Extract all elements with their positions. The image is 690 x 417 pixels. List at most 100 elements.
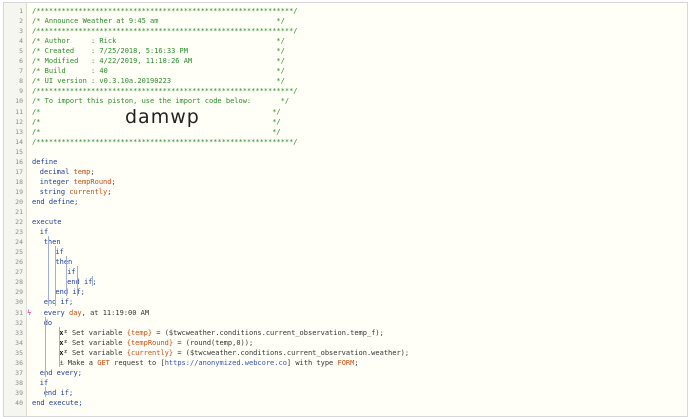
code-text: /* Author : Rick */ xyxy=(32,37,285,46)
code-line: 30 end if; xyxy=(4,297,687,307)
code-text[interactable]: x² Set variable {currently} = ($twcweath… xyxy=(59,348,409,358)
line-number: 22 xyxy=(15,218,23,227)
line-number: 36 xyxy=(15,358,23,367)
code-text[interactable]: end if; xyxy=(44,388,74,398)
code-text[interactable]: if xyxy=(67,267,75,277)
line-number: 7 xyxy=(19,67,23,76)
x-squared-icon: x² xyxy=(59,328,68,337)
code-text[interactable]: if xyxy=(40,227,48,237)
line-number: 29 xyxy=(15,288,23,297)
code-line: 9 /**************************************… xyxy=(4,86,687,96)
code-line: 11/* */ xyxy=(4,107,687,117)
code-line: 26 then xyxy=(4,257,687,267)
code-text[interactable]: end if; xyxy=(55,287,85,297)
code-text[interactable]: ⚓ Make a GET request to [https://anonymi… xyxy=(59,358,358,368)
code-line: 1 /**************************************… xyxy=(4,6,687,16)
code-line: 12/* */ xyxy=(4,117,687,127)
code-text[interactable]: define xyxy=(32,157,57,167)
code-text[interactable]: if xyxy=(55,247,63,257)
code-text: /* Announce Weather at 9:45 am */ xyxy=(32,17,285,26)
line-number: 5 xyxy=(19,47,23,56)
code-line: 25 if xyxy=(4,247,687,257)
line-number: 4 xyxy=(19,37,23,46)
block-guide xyxy=(48,236,49,307)
code-line: 38 if xyxy=(4,378,687,388)
code-line: 33 x² Set variable {temp} = ($twcweather.… xyxy=(4,328,687,338)
line-number: 33 xyxy=(15,328,23,337)
code-text: /* UI version : v0.3.10a.20190223 */ xyxy=(32,77,285,86)
code-text: /***************************************… xyxy=(32,87,298,96)
line-number: 11 xyxy=(15,107,23,116)
block-guide xyxy=(92,276,93,287)
line-number: 20 xyxy=(15,197,23,206)
code-line: 28 end if; xyxy=(4,277,687,287)
code-line: 27 if xyxy=(4,267,687,277)
block-guide xyxy=(66,256,67,297)
line-number: 16 xyxy=(15,157,23,166)
line-number: 21 xyxy=(15,208,23,216)
code-line: 34 x² Set variable {tempRound} = (round(t… xyxy=(4,338,687,348)
code-text: /* Build : 40 */ xyxy=(32,67,285,76)
x-squared-icon: x² xyxy=(59,348,68,357)
line-number: 2 xyxy=(19,17,23,26)
line-number: 26 xyxy=(15,258,23,267)
code-text[interactable]: end every; xyxy=(40,368,82,378)
code-line: 8 /* UI version : v0.3.10a.20190223 */ xyxy=(4,76,687,86)
code-line: 22 execute xyxy=(4,217,687,227)
block-guide xyxy=(77,266,78,297)
code-line: 6 /* Modified : 4/22/2019, 11:18:26 AM */ xyxy=(4,56,687,66)
code-text: /* */ xyxy=(32,127,281,136)
line-number: 3 xyxy=(19,27,23,36)
line-number: 17 xyxy=(15,167,23,176)
code-text[interactable]: decimal temp; xyxy=(40,167,95,177)
line-number: 31 xyxy=(15,308,23,317)
code-text: /***************************************… xyxy=(32,137,298,146)
code-line: 2 /* Announce Weather at 9:45 am */ xyxy=(4,16,687,26)
code-line: 19 string currently; xyxy=(4,187,687,197)
x-squared-icon: x² xyxy=(59,338,68,347)
code-text[interactable]: x² Set variable {temp} = ($twcweather.co… xyxy=(59,328,384,338)
line-number: 15 xyxy=(15,147,23,156)
code-text[interactable]: integer tempRound; xyxy=(40,177,116,187)
block-guide xyxy=(59,326,60,367)
code-line: 32 do xyxy=(4,318,687,328)
code-line: 16 define xyxy=(4,157,687,167)
block-guide xyxy=(45,316,46,377)
line-number: 30 xyxy=(15,298,23,307)
line-number: 37 xyxy=(15,368,23,377)
code-line: 35 x² Set variable {currently} = ($twcwea… xyxy=(4,348,687,358)
line-number: 35 xyxy=(15,348,23,357)
code-line: 31 every day, at 11:19:00 AM ϟ xyxy=(4,308,687,318)
code-text[interactable]: string currently; xyxy=(40,187,112,197)
line-number: 9 xyxy=(19,87,23,96)
code-text: /* Created : 7/25/2018, 5:16:33 PM */ xyxy=(32,47,285,56)
code-text[interactable]: end execute; xyxy=(32,398,83,408)
line-number: 6 xyxy=(19,57,23,66)
code-line: 21 xyxy=(4,207,687,217)
code-text[interactable]: then xyxy=(44,237,61,247)
line-number: 38 xyxy=(15,378,23,387)
code-line: 40 end execute; xyxy=(4,398,687,408)
code-line: 14 /*************************************… xyxy=(4,137,687,147)
code-text: /* Modified : 4/22/2019, 11:18:26 AM */ xyxy=(32,57,285,66)
line-number: 8 xyxy=(19,77,23,86)
code-text[interactable]: execute xyxy=(32,217,62,227)
line-number: 24 xyxy=(15,238,23,247)
line-number: 12 xyxy=(15,117,23,126)
code-line: 17 decimal temp; xyxy=(4,167,687,177)
code-line: 10/* To import this piston, use the impo… xyxy=(4,96,687,106)
code-text: /***************************************… xyxy=(32,7,298,15)
line-number: 1 xyxy=(19,7,23,15)
line-number: 27 xyxy=(15,268,23,277)
line-number: 10 xyxy=(15,97,23,106)
code-text: /***************************************… xyxy=(32,27,298,36)
code-text[interactable]: every day, at 11:19:00 AM xyxy=(44,308,149,318)
code-line: 24 then xyxy=(4,237,687,247)
code-text[interactable]: end define; xyxy=(32,197,78,207)
piston-code-view: 1 /**************************************… xyxy=(3,2,688,417)
code-text[interactable]: x² Set variable {tempRound} = (round(tem… xyxy=(59,338,253,348)
code-line: 20 end define; xyxy=(4,197,687,207)
code-text[interactable]: then xyxy=(55,257,72,267)
code-line: 3 /**************************************… xyxy=(4,26,687,36)
line-number: 19 xyxy=(15,187,23,196)
